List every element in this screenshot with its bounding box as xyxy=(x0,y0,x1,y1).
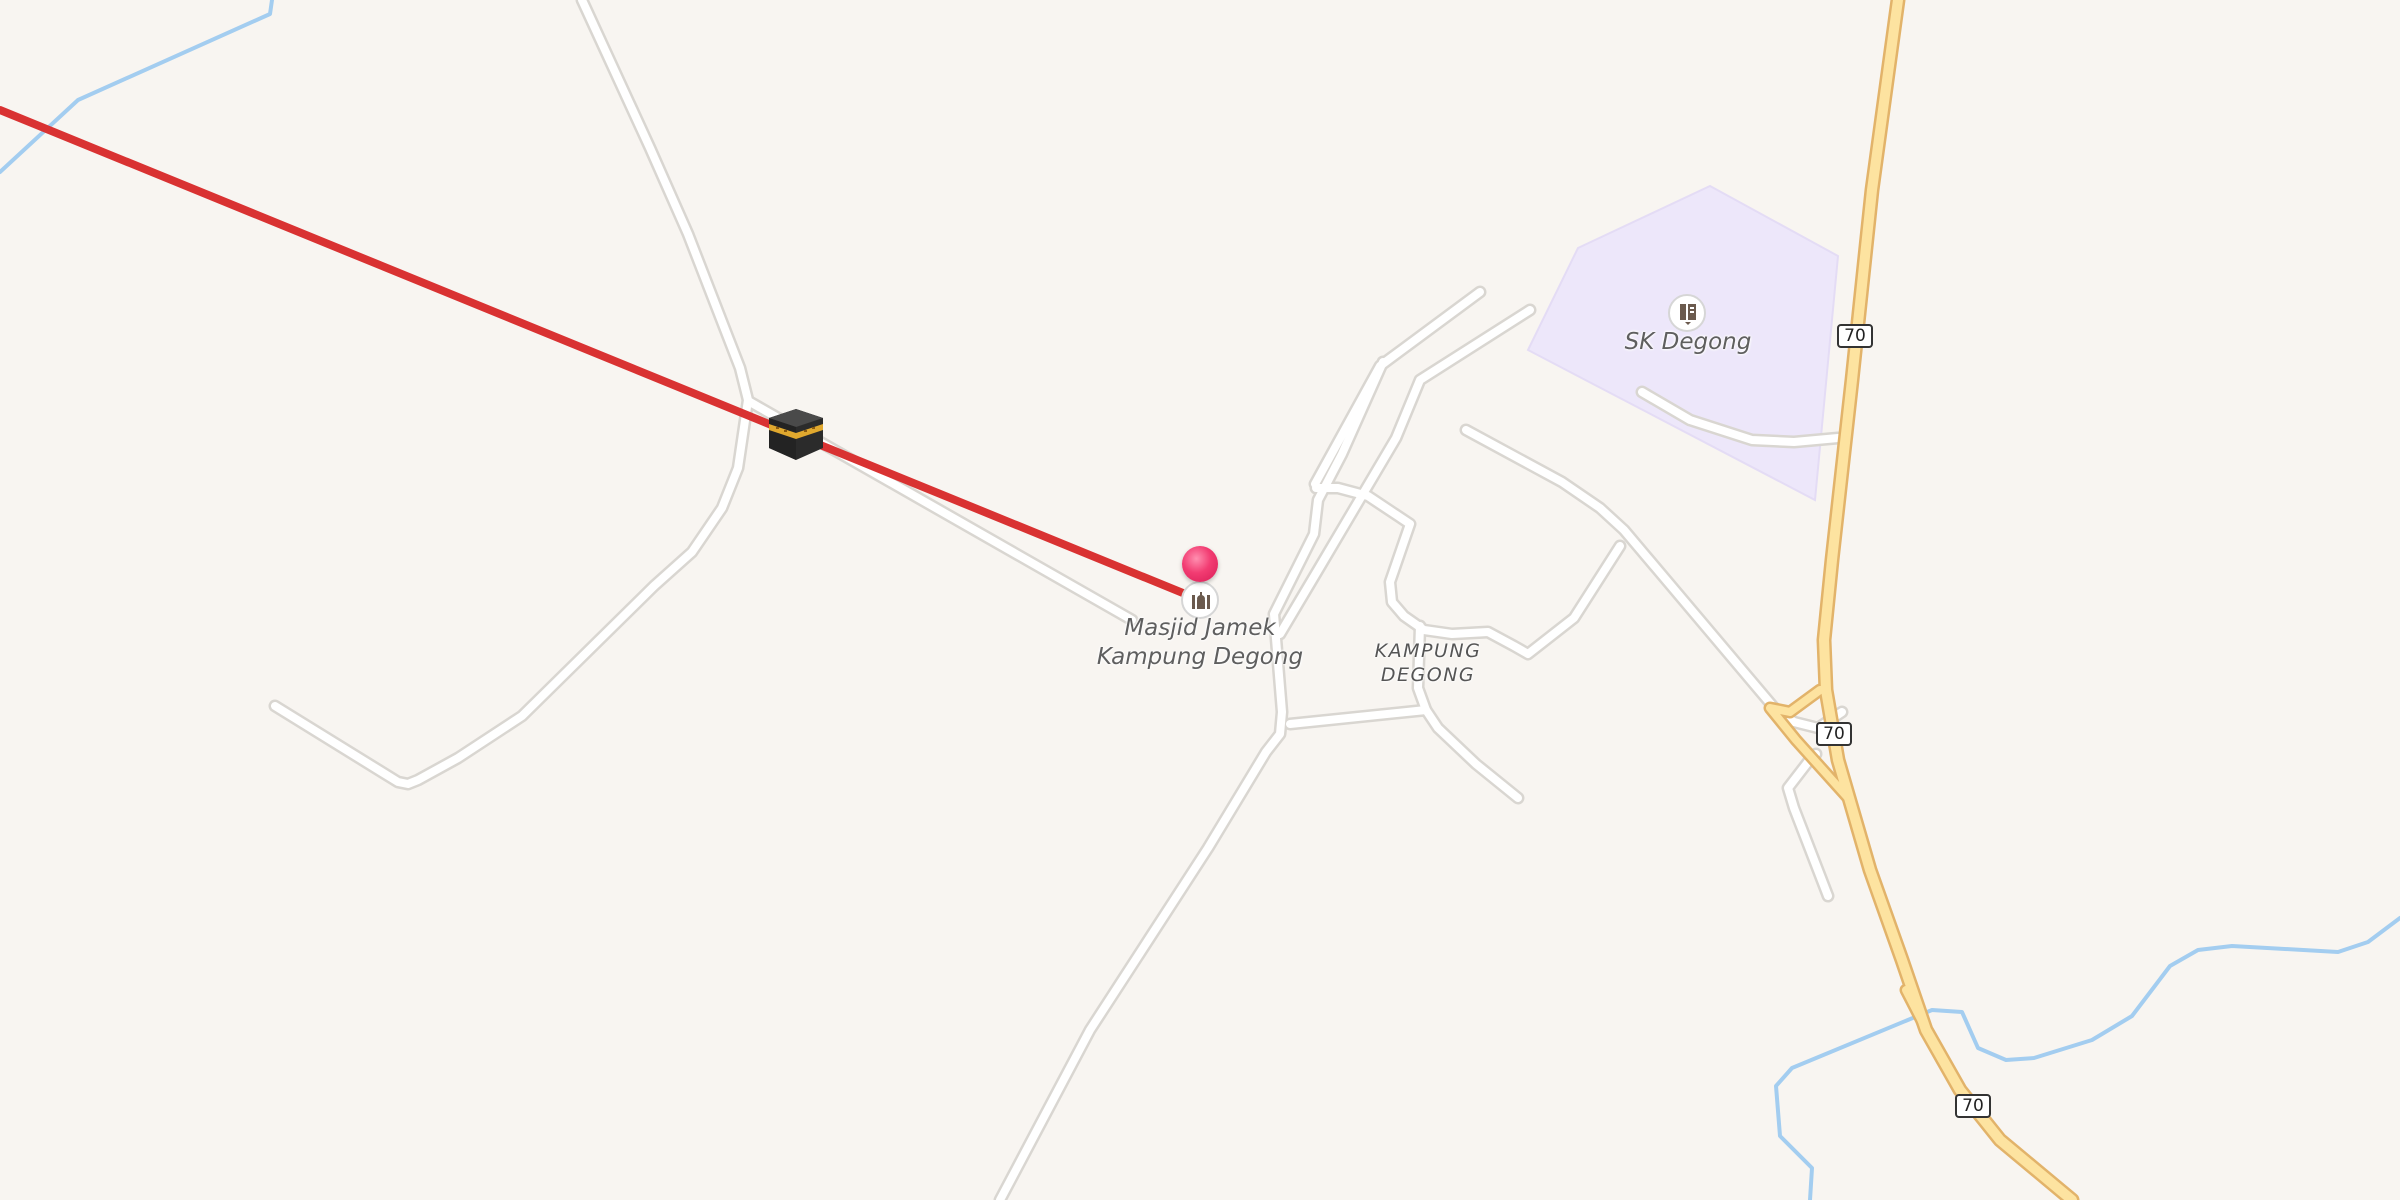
school-icon[interactable] xyxy=(1668,294,1706,332)
highway-70 xyxy=(1763,0,2080,1200)
location-pin-icon[interactable] xyxy=(1182,546,1218,582)
road-village-south xyxy=(1286,706,1522,802)
route-shield-70: 70 xyxy=(1955,1094,1991,1118)
route-shield-70: 70 xyxy=(1816,722,1852,746)
village-name-line1: KAMPUNG xyxy=(1374,640,1482,662)
poi-label-school[interactable]: SK Degong xyxy=(1600,328,1776,357)
route-shield-70: 70 xyxy=(1837,324,1873,348)
poi-label-mosque[interactable]: Masjid Jamek Kampung Degong xyxy=(1090,614,1310,672)
river-southeast xyxy=(1774,916,2400,1200)
place-label-village: KAMPUNG DEGONG xyxy=(1348,640,1508,688)
village-name-line2: DEGONG xyxy=(1380,663,1476,686)
road-west xyxy=(271,0,752,788)
kaaba-icon xyxy=(769,409,823,460)
road-network xyxy=(271,0,1846,1200)
mosque-name-line2: Kampung Degong xyxy=(1096,643,1304,670)
river-northwest xyxy=(0,0,274,174)
mosque-name-line1: Masjid Jamek xyxy=(1124,615,1276,641)
road-casings xyxy=(268,0,1849,1200)
qibla-direction-line xyxy=(0,106,1204,604)
